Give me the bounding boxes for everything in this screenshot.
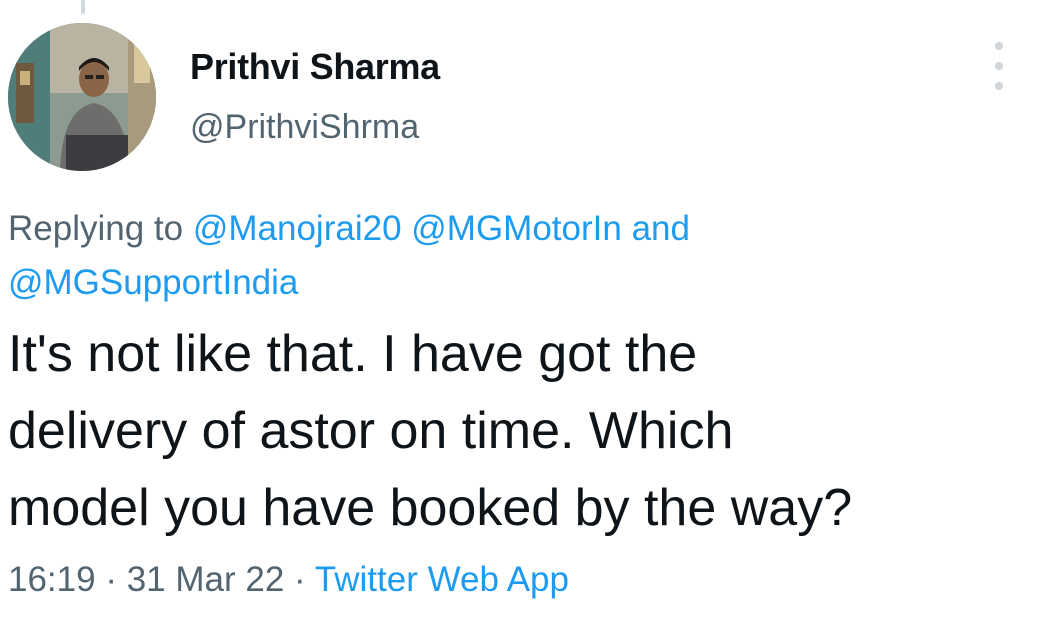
mention-link[interactable]: @Manojrai20 (193, 209, 402, 248)
replying-to-label: Replying to (8, 209, 184, 248)
more-options-button[interactable] (982, 42, 1016, 90)
tweet-metadata: 16:19 · 31 Mar 22 · Twitter Web App (8, 560, 569, 600)
mention-link[interactable]: @MGMotorIn (411, 209, 622, 248)
tweet-date[interactable]: 31 Mar 22 (127, 560, 285, 599)
tweet-text: It's not like that. I have got the deliv… (8, 325, 853, 537)
tweet-source-link[interactable]: Twitter Web App (315, 560, 569, 599)
author-handle[interactable]: @PrithviShrma (190, 108, 419, 147)
meta-separator: · (294, 560, 306, 599)
author-display-name[interactable]: Prithvi Sharma (190, 46, 440, 88)
replying-to-line: Replying to @Manojrai20 @MGMotorIn and @… (8, 202, 1038, 310)
avatar[interactable] (8, 23, 156, 171)
ellipsis-dot (995, 82, 1003, 90)
tweet-time[interactable]: 16:19 (8, 560, 96, 599)
vertical-ellipsis-icon (995, 42, 1003, 50)
ellipsis-dot (995, 62, 1003, 70)
meta-separator: · (105, 560, 117, 599)
profile-photo (8, 23, 156, 171)
mention-link[interactable]: @MGSupportIndia (8, 263, 298, 302)
thread-connector-line (81, 0, 85, 14)
mention-conjunction[interactable]: and (632, 209, 690, 248)
